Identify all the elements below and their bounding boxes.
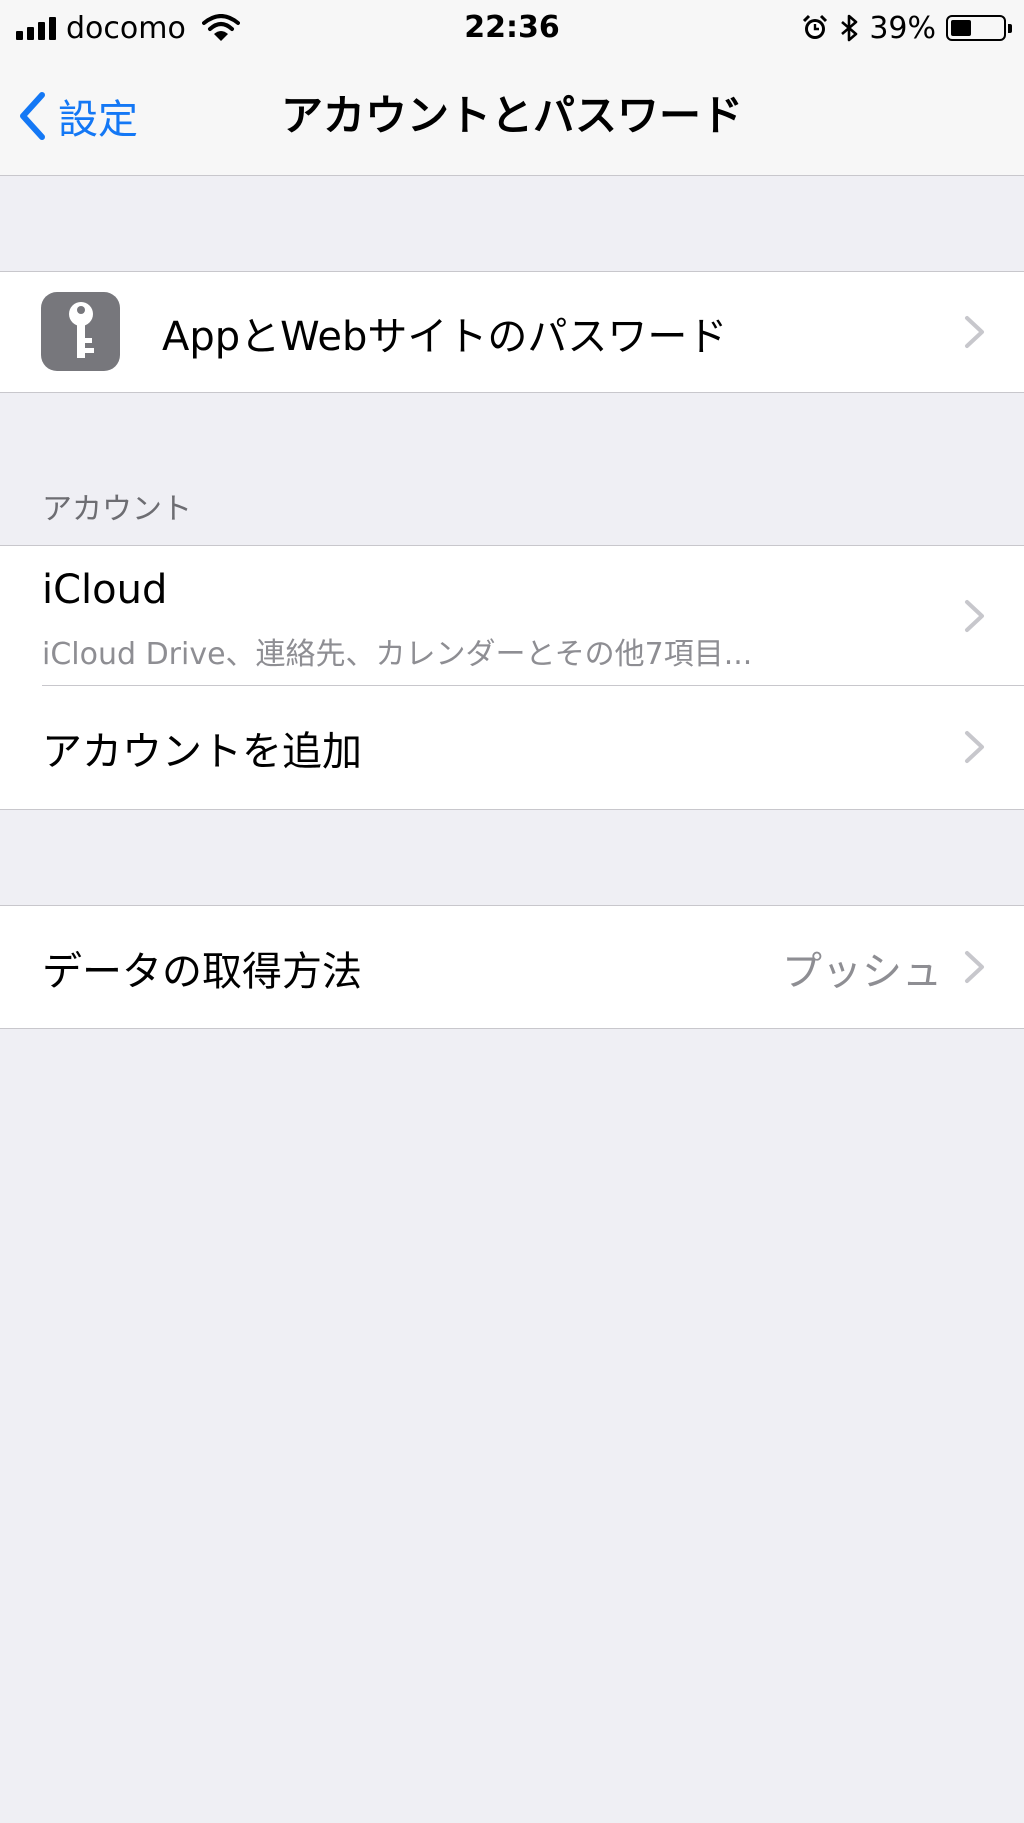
accounts-group: iCloud iCloud Drive、連絡先、カレンダーとその他7項目... … xyxy=(0,545,1024,810)
accounts-section-header: アカウント xyxy=(42,492,192,527)
battery-icon xyxy=(946,15,1012,41)
add-account-row[interactable]: アカウントを追加 xyxy=(0,686,1024,809)
passwords-row-label: AppとWebサイトのパスワード xyxy=(162,314,728,360)
icloud-row-subtitle: iCloud Drive、連絡先、カレンダーとその他7項目... xyxy=(42,637,753,672)
fetch-group: データの取得方法 プッシュ xyxy=(0,905,1024,1029)
icloud-row-title: iCloud xyxy=(42,567,168,613)
status-bar: docomo 22:36 39% xyxy=(0,0,1024,56)
add-account-label: アカウントを追加 xyxy=(42,729,362,775)
passwords-group: AppとWebサイトのパスワード xyxy=(0,271,1024,393)
chevron-right-icon xyxy=(965,316,984,348)
battery-fill xyxy=(951,20,971,36)
fetch-row-label: データの取得方法 xyxy=(42,949,362,995)
chevron-right-icon xyxy=(965,951,984,983)
key-glyph xyxy=(68,301,94,358)
icloud-account-row[interactable]: iCloud iCloud Drive、連絡先、カレンダーとその他7項目... xyxy=(0,546,1024,686)
key-icon xyxy=(41,292,120,371)
fetch-row-value: プッシュ xyxy=(782,949,942,995)
page-title: アカウントとパスワード xyxy=(280,91,743,140)
chevron-right-icon xyxy=(965,600,984,632)
battery-percent: 39% xyxy=(869,10,936,46)
alarm-icon xyxy=(803,14,828,39)
chevron-right-icon xyxy=(965,731,984,763)
status-bar-right: 39% xyxy=(801,8,1012,48)
app-website-passwords-row[interactable]: AppとWebサイトのパスワード xyxy=(0,272,1024,392)
fetch-new-data-row[interactable]: データの取得方法 プッシュ xyxy=(0,906,1024,1028)
bluetooth-icon xyxy=(841,14,858,42)
navigation-bar: 設定 アカウントとパスワード xyxy=(0,56,1024,176)
